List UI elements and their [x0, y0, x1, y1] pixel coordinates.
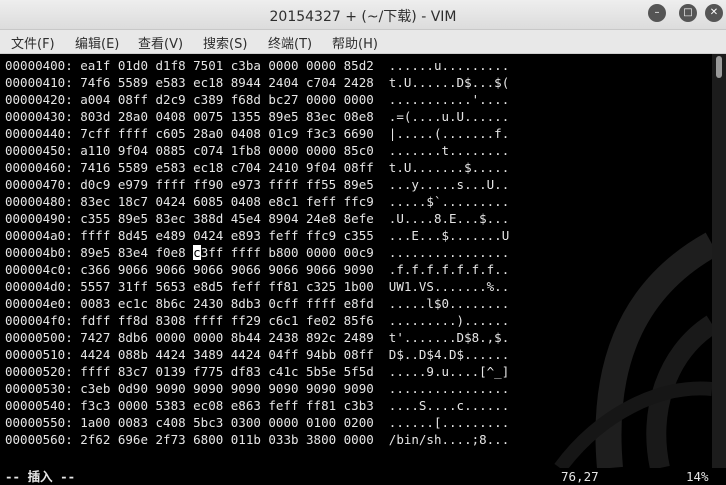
- hex-line: 00000400: ea1f 01d0 d1f8 7501 c3ba 0000 …: [5, 58, 510, 73]
- hex-line: 00000420: a004 08ff d2c9 c389 f68d bc27 …: [5, 92, 510, 107]
- menu-search[interactable]: 搜索(S): [203, 33, 247, 52]
- maximize-button[interactable]: □: [679, 4, 697, 22]
- hex-line: 00000480: 83ec 18c7 0424 6085 0408 e8c1 …: [5, 194, 510, 209]
- scroll-percent: 14%: [686, 469, 709, 484]
- vim-status-line: -- 插入 -- 76,27 14%: [0, 468, 726, 485]
- cursor-line-after: 3ff ffff b800 0000 00c9 ................: [200, 245, 510, 260]
- hex-line: 000004f0: fdff ff8d 8308 ffff ff29 c6c1 …: [5, 313, 510, 328]
- hex-line: 00000520: ffff 83c7 0139 f775 df83 c41c …: [5, 364, 510, 379]
- menu-help[interactable]: 帮助(H): [332, 33, 378, 52]
- hex-line: 00000550: 1a00 0083 c408 5bc3 0300 0000 …: [5, 415, 510, 430]
- hex-line: 000004c0: c366 9066 9066 9066 9066 9066 …: [5, 262, 510, 277]
- cursor-position: 76,27: [561, 469, 599, 484]
- hex-line: 00000410: 74f6 5589 e583 ec18 8944 2404 …: [5, 75, 510, 90]
- editor-buffer[interactable]: 00000400: ea1f 01d0 d1f8 7501 c3ba 0000 …: [0, 54, 712, 468]
- vertical-scrollbar[interactable]: [712, 54, 726, 468]
- cursor-line-before: 000004b0: 89e5 83e4 f0e8: [5, 245, 194, 260]
- hex-line: 00000470: d0c9 e979 ffff ff90 e973 ffff …: [5, 177, 510, 192]
- window-title: 20154327 + (~/下载) - VIM: [269, 9, 457, 25]
- close-button[interactable]: ✕: [705, 4, 723, 22]
- hex-line: 00000510: 4424 088b 4424 3489 4424 04ff …: [5, 347, 510, 362]
- hex-line: 000004d0: 5557 31ff 5653 e8d5 feff ff81 …: [5, 279, 510, 294]
- hex-line: 000004e0: 0083 ec1c 8b6c 2430 8db3 0cff …: [5, 296, 510, 311]
- menu-bar: 文件(F) 编辑(E) 查看(V) 搜索(S) 终端(T) 帮助(H): [0, 30, 726, 54]
- hex-line: 00000460: 7416 5589 e583 ec18 c704 2410 …: [5, 160, 510, 175]
- mode-indicator: -- 插入 --: [5, 469, 76, 484]
- hex-line: 00000530: c3eb 0d90 9090 9090 9090 9090 …: [5, 381, 510, 396]
- minimize-button[interactable]: –: [648, 4, 666, 22]
- hex-line: 00000560: 2f62 696e 2f73 6800 011b 033b …: [5, 432, 510, 447]
- hex-line: 00000500: 7427 8db6 0000 0000 8b44 2438 …: [5, 330, 510, 345]
- vim-window: 20154327 + (~/下载) - VIM – □ ✕ 文件(F) 编辑(E…: [0, 0, 726, 485]
- menu-file[interactable]: 文件(F): [11, 33, 55, 52]
- hex-line: 000004a0: ffff 8d45 e489 0424 e893 feff …: [5, 228, 510, 243]
- menu-view[interactable]: 查看(V): [138, 33, 183, 52]
- scrollbar-thumb[interactable]: [716, 56, 722, 78]
- title-bar[interactable]: 20154327 + (~/下载) - VIM – □ ✕: [0, 0, 726, 30]
- hex-line-with-cursor: 000004b0: 89e5 83e4 f0e8 c3ff ffff b800 …: [5, 244, 509, 261]
- menu-edit[interactable]: 编辑(E): [75, 33, 119, 52]
- text-cursor: c: [193, 245, 201, 260]
- hex-line: 00000450: a110 9f04 0885 c074 1fb8 0000 …: [5, 143, 510, 158]
- hex-line: 00000540: f3c3 0000 5383 ec08 e863 feff …: [5, 398, 510, 413]
- hex-line: 00000430: 803d 28a0 0408 0075 1355 89e5 …: [5, 109, 510, 124]
- hex-line: 00000440: 7cff ffff c605 28a0 0408 01c9 …: [5, 126, 510, 141]
- menu-terminal[interactable]: 终端(T): [268, 33, 312, 52]
- hex-line: 00000490: c355 89e5 83ec 388d 45e4 8904 …: [5, 211, 510, 226]
